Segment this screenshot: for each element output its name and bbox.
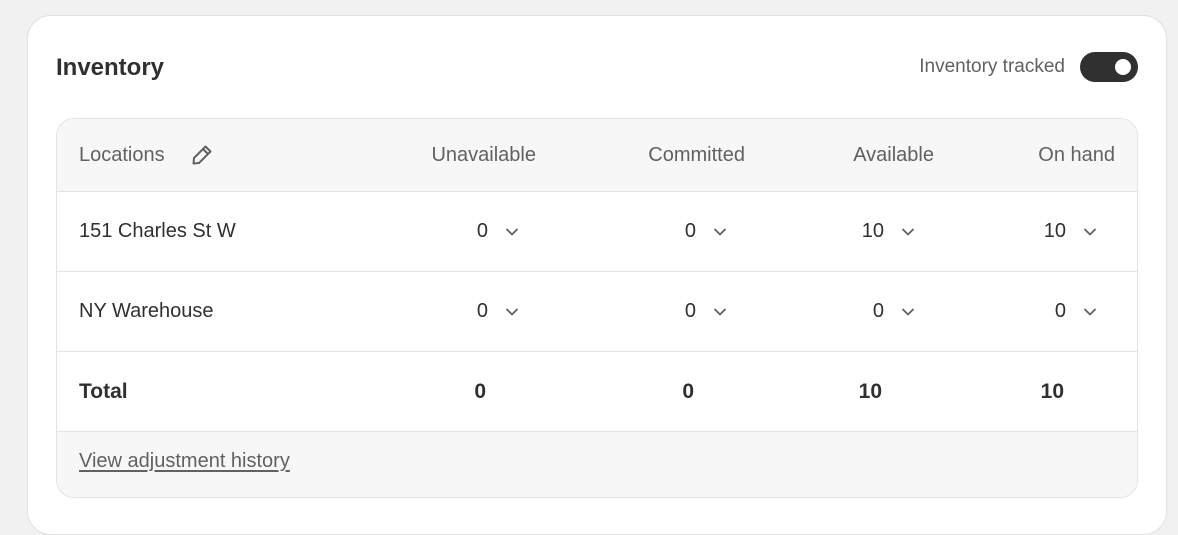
total-unavailable: 0	[474, 379, 486, 403]
on-hand-dropdown[interactable]: 0	[1055, 272, 1100, 351]
available-header-label: Available	[853, 143, 934, 166]
on-hand-header: On hand	[1038, 119, 1115, 191]
total-label-cell: Total	[79, 352, 128, 431]
total-row: Total 0 0 10 10	[57, 352, 1137, 432]
total-on-hand: 10	[1040, 379, 1064, 403]
chevron-down-icon	[710, 302, 730, 322]
inventory-tracked-label: Inventory tracked	[919, 56, 1065, 77]
inventory-tracked-toggle[interactable]	[1080, 52, 1138, 82]
location-cell: NY Warehouse	[79, 272, 214, 351]
available-dropdown[interactable]: 10	[862, 192, 918, 271]
toggle-knob	[1115, 59, 1131, 75]
table-header-row: Locations Unavailable Committed Availabl…	[57, 119, 1137, 192]
committed-value: 0	[684, 220, 696, 242]
chevron-down-icon	[502, 302, 522, 322]
chevron-down-icon	[710, 222, 730, 242]
unavailable-value: 0	[476, 220, 488, 242]
on-hand-value: 0	[1054, 300, 1066, 322]
locations-header: Locations	[79, 119, 215, 191]
view-adjustment-history-link[interactable]: View adjustment history	[79, 450, 290, 473]
card-title: Inventory	[56, 54, 165, 81]
committed-dropdown[interactable]: 0	[685, 272, 730, 351]
chevron-down-icon	[898, 302, 918, 322]
chevron-down-icon	[1080, 302, 1100, 322]
inventory-table: Locations Unavailable Committed Availabl…	[56, 118, 1138, 498]
location-name: NY Warehouse	[79, 300, 214, 322]
inventory-card: Inventory Inventory tracked Locations Un…	[27, 15, 1167, 535]
total-committed-cell: 0	[682, 352, 694, 431]
chevron-down-icon	[898, 222, 918, 242]
location-name: 151 Charles St W	[79, 220, 236, 242]
unavailable-dropdown[interactable]: 0	[477, 272, 522, 351]
table-footer: View adjustment history	[57, 432, 1137, 497]
unavailable-header: Unavailable	[431, 119, 536, 191]
chevron-down-icon	[502, 222, 522, 242]
total-on-hand-cell: 10	[1041, 352, 1064, 431]
on-hand-header-label: On hand	[1038, 143, 1115, 166]
table-row: 151 Charles St W 0 0 10 10	[57, 192, 1137, 272]
location-cell: 151 Charles St W	[79, 192, 236, 271]
available-value: 0	[872, 300, 884, 322]
on-hand-value: 10	[1043, 220, 1066, 242]
unavailable-dropdown[interactable]: 0	[477, 192, 522, 271]
total-available: 10	[858, 379, 882, 403]
available-value: 10	[861, 220, 884, 242]
total-available-cell: 10	[859, 352, 882, 431]
committed-header: Committed	[648, 119, 745, 191]
table-row: NY Warehouse 0 0 0 0	[57, 272, 1137, 352]
committed-dropdown[interactable]: 0	[685, 192, 730, 271]
committed-header-label: Committed	[648, 143, 745, 166]
unavailable-header-label: Unavailable	[431, 143, 536, 166]
unavailable-value: 0	[476, 300, 488, 322]
locations-header-label: Locations	[79, 143, 165, 166]
inventory-tracked-control: Inventory tracked	[919, 52, 1138, 82]
total-committed: 0	[682, 379, 694, 403]
available-header: Available	[853, 119, 934, 191]
chevron-down-icon	[1080, 222, 1100, 242]
total-unavailable-cell: 0	[474, 352, 486, 431]
available-dropdown[interactable]: 0	[873, 272, 918, 351]
on-hand-dropdown[interactable]: 10	[1044, 192, 1100, 271]
footer-cell: View adjustment history	[79, 432, 290, 497]
total-label: Total	[79, 379, 128, 403]
pencil-icon[interactable]	[189, 142, 215, 168]
committed-value: 0	[684, 300, 696, 322]
